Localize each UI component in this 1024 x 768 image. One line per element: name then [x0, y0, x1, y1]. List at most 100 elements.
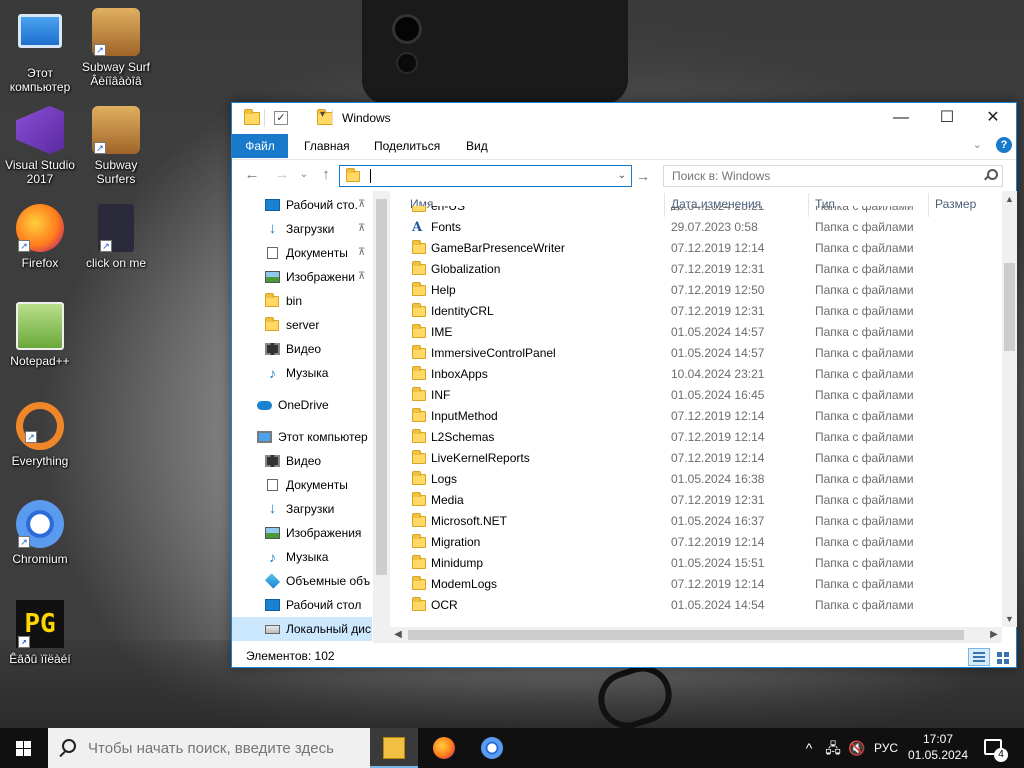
navpane-item-documents[interactable]: Документы — [232, 473, 372, 497]
navpane-item-downloads[interactable]: ↓ Загрузки ⊼ — [232, 217, 372, 241]
navpane-item-server[interactable]: server — [232, 313, 372, 337]
navpane-item-documents[interactable]: Документы ⊼ — [232, 241, 372, 265]
desktop-icon-pg[interactable]: PG ↗ Êâðû ïîëàéí — [0, 600, 80, 666]
table-row[interactable]: Media 07.12.2019 12:31 Папка с файлами — [398, 490, 1002, 511]
scrollbar-thumb[interactable] — [1004, 263, 1015, 351]
navpane-item-onedrive[interactable]: OneDrive — [232, 393, 372, 417]
maximize-button[interactable]: ☐ — [924, 103, 970, 133]
desktop-icon-this-pc[interactable]: Этот компьютер — [0, 8, 80, 94]
table-row[interactable]: OCR 01.05.2024 14:54 Папка с файлами — [398, 595, 1002, 616]
recent-locations-button[interactable]: ⌄ — [294, 166, 314, 184]
address-dropdown-button[interactable]: ⌄ — [613, 166, 631, 186]
chevron-down-icon[interactable]: ⌄ — [973, 138, 993, 151]
table-row[interactable]: Microsoft.NET 01.05.2024 16:37 Папка с фай… — [398, 511, 1002, 532]
large-icons-view-icon[interactable] — [992, 648, 1014, 666]
computer-icon — [16, 14, 64, 62]
folder-icon — [412, 345, 426, 359]
table-row[interactable]: InboxApps 10.04.2024 23:21 Папка с файлами — [398, 364, 1002, 385]
table-row[interactable]: ImmersiveControlPanel 01.05.2024 14:57 Пап… — [398, 343, 1002, 364]
start-button[interactable] — [0, 728, 48, 768]
address-input[interactable] — [366, 167, 596, 185]
navpane-scrollbar[interactable] — [373, 191, 390, 643]
input-language[interactable]: РУС — [870, 728, 902, 768]
tab-home[interactable]: Главная — [292, 134, 362, 158]
scroll-right-icon[interactable]: ▶ — [986, 627, 1002, 643]
tab-file[interactable]: Файл — [232, 134, 288, 158]
up-button[interactable]: ↑ — [316, 166, 336, 184]
scroll-up-icon[interactable]: ▲ — [1002, 191, 1017, 207]
navpane-item-local-disk[interactable]: Локальный дис — [232, 617, 372, 641]
table-row[interactable]: IdentityCRL 07.12.2019 12:31 Папка с файла… — [398, 301, 1002, 322]
file-list-scrollbar[interactable]: ▲ ▼ — [1002, 191, 1017, 627]
desktop-icon — [265, 599, 280, 611]
network-icon[interactable]: 🖧 — [822, 728, 844, 768]
taskbar-app-file-explorer[interactable] — [370, 728, 418, 768]
navpane-item-downloads[interactable]: ↓ Загрузки — [232, 497, 372, 521]
navpane-item-label: Рабочий стол — [286, 598, 362, 612]
properties-icon[interactable]: ✓ — [274, 111, 288, 125]
close-button[interactable]: ✕ — [970, 103, 1016, 133]
table-row[interactable]: IME 01.05.2024 14:57 Папка с файлами — [398, 322, 1002, 343]
details-view-icon[interactable] — [968, 648, 990, 666]
tab-share[interactable]: Поделиться — [362, 134, 452, 158]
show-hidden-icons-chevron[interactable]: ^ — [800, 728, 818, 768]
desktop-icon-subway-surf[interactable]: ↗ Subway Surf Âèíîâàòîâ — [76, 8, 156, 88]
navpane-item-videos[interactable]: Видео — [232, 449, 372, 473]
table-row[interactable]: Minidump 01.05.2024 15:51 Папка с файлами — [398, 553, 1002, 574]
table-row[interactable]: A Fonts 29.07.2023 0:58 Папка с файлами — [398, 217, 1002, 238]
navpane-item-videos[interactable]: Видео — [232, 337, 372, 361]
tab-view[interactable]: Вид — [454, 134, 500, 158]
title-bar[interactable]: ✓ ▾ Windows — ☐ ✕ — [232, 103, 1016, 133]
taskbar-app-chromium[interactable] — [468, 728, 516, 768]
scrollbar-thumb[interactable] — [408, 630, 964, 640]
address-bar[interactable]: ⌄ — [339, 165, 632, 187]
scroll-left-icon[interactable]: ◀ — [390, 627, 406, 643]
desktop-icon-chromium[interactable]: ↗ Chromium — [0, 500, 80, 566]
search-input[interactable] — [672, 168, 972, 184]
table-row[interactable]: ModemLogs 07.12.2019 12:14 Папка с файлами — [398, 574, 1002, 595]
navpane-item-pictures[interactable]: Изображения — [232, 521, 372, 545]
clock[interactable]: 17:07 01.05.2024 — [906, 731, 970, 763]
navpane-item-music[interactable]: ♪ Музыка — [232, 361, 372, 385]
help-icon[interactable]: ? — [996, 137, 1012, 153]
folder-icon — [412, 429, 426, 443]
search-icon[interactable] — [984, 169, 998, 181]
forward-button[interactable]: → — [272, 166, 292, 184]
horizontal-scrollbar[interactable]: ◀ ▶ — [390, 627, 1002, 643]
minimize-button[interactable]: — — [878, 103, 924, 133]
navpane-item-pictures[interactable]: Изображени ⊼ — [232, 265, 372, 289]
table-row[interactable]: L2Schemas 07.12.2019 12:14 Папка с файлами — [398, 427, 1002, 448]
desktop-icon-subway-surfers[interactable]: ↗ Subway Surfers — [76, 106, 156, 186]
table-row[interactable]: Help 07.12.2019 12:50 Папка с файлами — [398, 280, 1002, 301]
folder-icon — [346, 168, 360, 182]
desktop-icon-visual-studio[interactable]: Visual Studio 2017 — [0, 106, 80, 186]
go-button[interactable]: → — [633, 166, 653, 186]
desktop-icon-firefox[interactable]: ↗ Firefox — [0, 204, 80, 270]
scrollbar-thumb[interactable] — [376, 199, 387, 575]
navpane-item-this-pc[interactable]: Этот компьютер — [232, 425, 372, 449]
back-button[interactable]: ← — [242, 166, 262, 184]
table-row[interactable]: INF 01.05.2024 16:45 Папка с файлами — [398, 385, 1002, 406]
navpane-item-music[interactable]: ♪ Музыка — [232, 545, 372, 569]
navpane-item-desktop[interactable]: Рабочий сто. ⊼ — [232, 193, 372, 217]
table-row[interactable]: Migration 07.12.2019 12:14 Папка с файлами — [398, 532, 1002, 553]
taskbar-search-input[interactable] — [88, 738, 368, 758]
table-row[interactable]: LiveKernelReports 07.12.2019 12:14 Папка с… — [398, 448, 1002, 469]
navpane-item-label: Этот компьютер — [278, 430, 368, 444]
taskbar-app-firefox[interactable] — [420, 728, 468, 768]
scroll-down-icon[interactable]: ▼ — [1002, 611, 1017, 627]
taskbar-search[interactable] — [48, 728, 374, 768]
desktop-icon-everything[interactable]: ↗ Everything — [0, 402, 80, 468]
table-row[interactable]: InputMethod 07.12.2019 12:14 Папка с файла… — [398, 406, 1002, 427]
table-row[interactable]: Logs 01.05.2024 16:38 Папка с файлами — [398, 469, 1002, 490]
customize-quick-access-icon[interactable]: ▾ — [320, 109, 325, 125]
table-row[interactable]: GameBarPresenceWriter 07.12.2019 12:14 Пап… — [398, 238, 1002, 259]
desktop-icon-click-on-me[interactable]: ↗ click on me — [76, 204, 156, 270]
navpane-item-desktop[interactable]: Рабочий стол — [232, 593, 372, 617]
volume-muted-icon[interactable]: 🔇 — [846, 728, 868, 768]
navpane-item-bin[interactable]: bin — [232, 289, 372, 313]
table-row[interactable]: Globalization 07.12.2019 12:31 Папка с фай… — [398, 259, 1002, 280]
navpane-item-3d-objects[interactable]: Объемные объ — [232, 569, 372, 593]
desktop-icon-notepad-plus-plus[interactable]: Notepad++ — [0, 302, 80, 368]
search-box[interactable] — [663, 165, 1003, 187]
